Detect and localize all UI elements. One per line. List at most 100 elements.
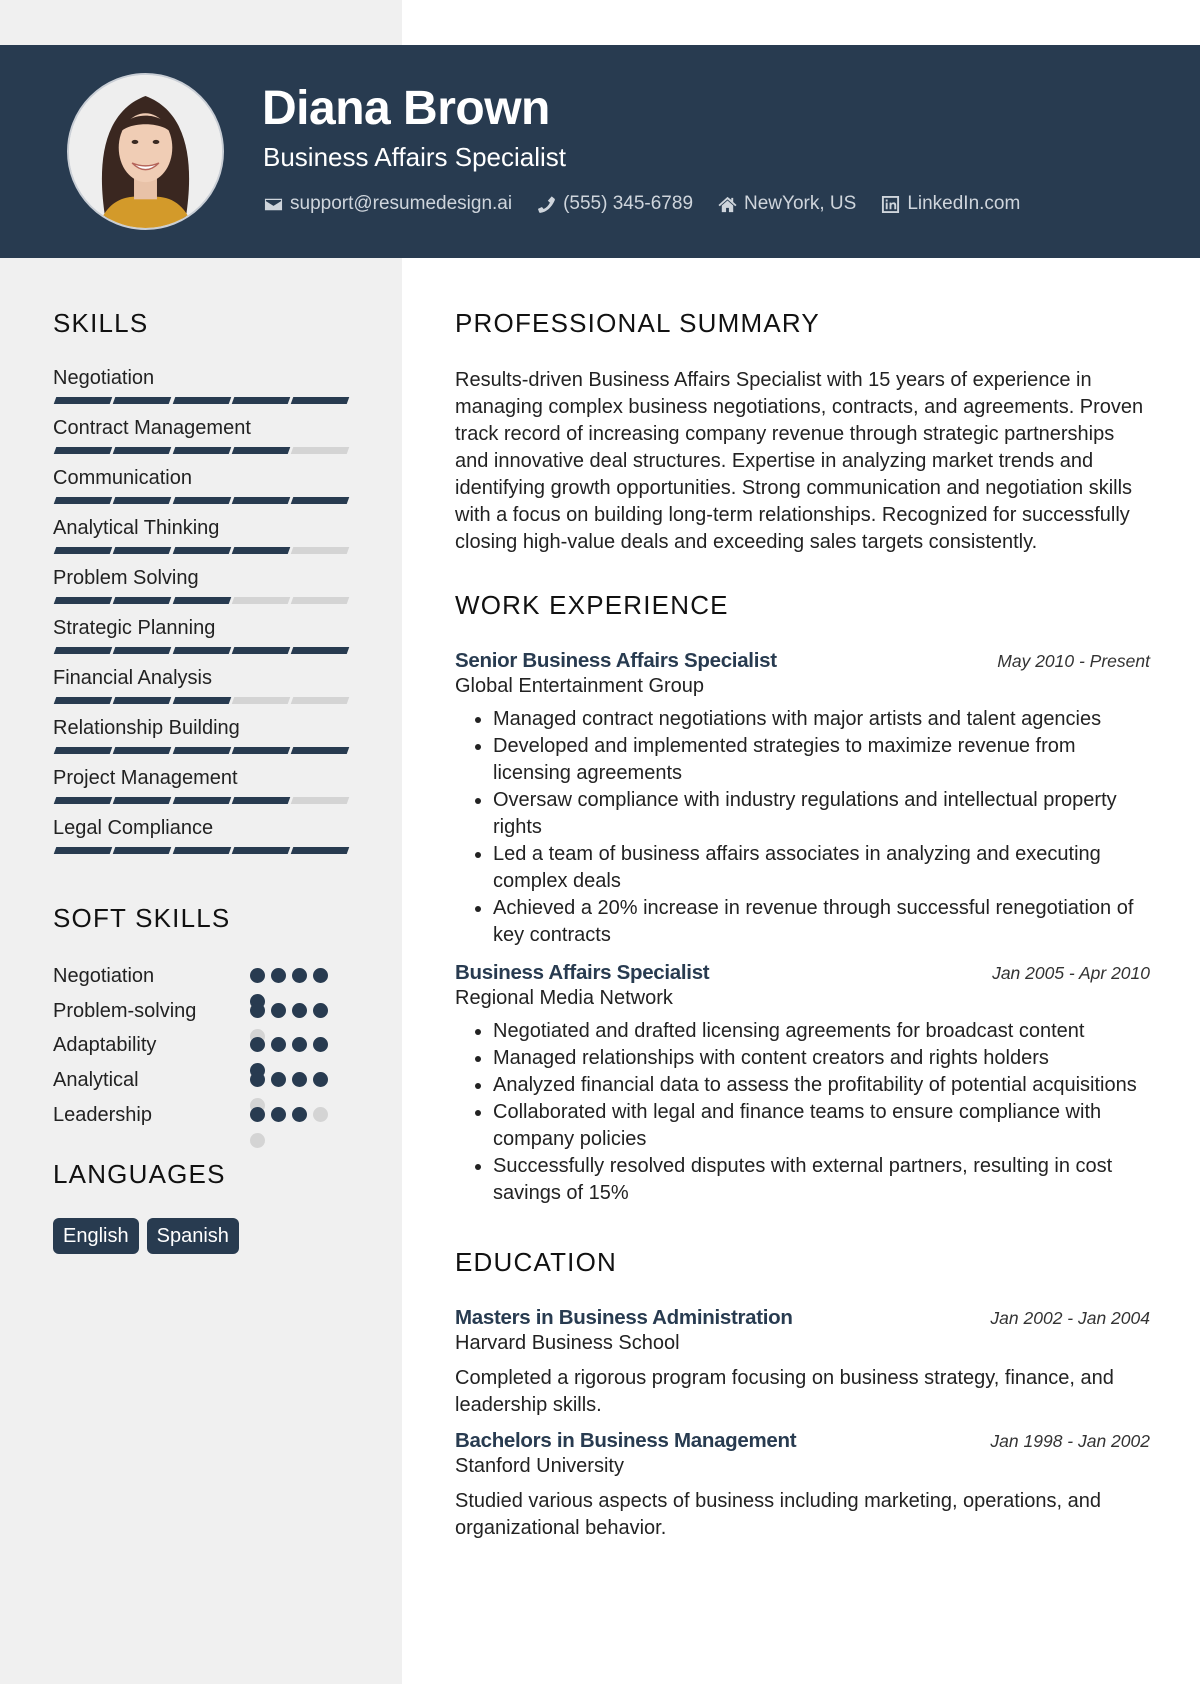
skill-label: Problem Solving [53,567,199,589]
job-bullet: Developed and implemented strategies to … [493,733,1150,787]
resume-header: Diana Brown Business Affairs Specialist … [0,45,1200,258]
skill-segment-filled [172,597,231,604]
skill-label: Legal Compliance [53,817,214,839]
skill-segment-filled [290,397,350,404]
job-bullet: Negotiated and drafted licensing agreeme… [493,1018,1150,1045]
job-bullet: Oversaw compliance with industry regulat… [493,787,1150,841]
education-header: Masters in Business Administration Jan 20… [455,1306,1150,1330]
skill-segment-empty [290,597,350,604]
rating-dot-filled [250,1106,265,1122]
skill-segment-filled [113,747,172,754]
skill-segment-filled [172,547,231,554]
job-bullet: Achieved a 20% increase in revenue throu… [493,895,1150,949]
skill-item: Problem Solving [53,567,373,617]
education-description: Completed a rigorous program focusing on… [455,1367,1114,1416]
skill-segment-empty [290,447,350,454]
skill-segment-filled [172,447,231,454]
rating-dot-filled [271,1072,286,1088]
soft-skill-label: Analytical [53,1069,139,1092]
contact-linkedin[interactable]: LinkedIn.com [880,193,1020,215]
skill-level-bar [53,447,373,454]
job-header: Senior Business Affairs Specialist May 20… [455,649,1150,673]
soft-skill-item: Leadership [53,1103,373,1148]
job-company: Regional Media Network [455,987,673,1009]
skill-segment-filled [172,747,231,754]
language-badge: English [53,1218,139,1255]
soft-skill-rating [248,964,358,1009]
education-description: Studied various aspects of business incl… [455,1490,1101,1539]
skill-segment-filled [53,797,113,804]
soft-skill-label: Negotiation [53,965,155,987]
rating-dot-filled [313,968,328,983]
skill-segment-filled [231,847,291,854]
skill-segment-filled [53,547,113,554]
profile-photo [67,73,224,230]
skill-segment-filled [231,647,291,654]
skill-label: Communication [53,467,192,489]
skill-segment-empty [290,697,350,704]
job-bullets: Managed contract negotiations with major… [455,706,1150,949]
skill-segment-filled [231,397,291,404]
skill-item: Legal Compliance [53,817,373,867]
education-degree: Masters in Business Administration [455,1306,793,1329]
job-bullets: Negotiated and drafted licensing agreeme… [455,1018,1150,1207]
skill-item: Negotiation [53,367,373,417]
soft-skill-item: Analytical [53,1068,373,1114]
skill-item: Contract Management [53,417,373,467]
education-entry: Masters in Business Administration Jan 20… [455,1306,1150,1419]
soft-skills-list: Negotiation Problem-solving Adaptability An… [53,964,373,1148]
phone-icon [536,194,556,214]
rating-dot-filled [271,1037,286,1053]
education-entry: Bachelors in Business Management Jan 1998… [455,1429,1150,1542]
job-role: Senior Business Affairs Specialist [455,649,777,672]
soft-skill-rating [248,1033,358,1079]
education-school: Harvard Business School [455,1332,680,1354]
skill-segment-filled [172,847,231,854]
skill-level-bar [53,697,373,704]
education-heading: EDUCATION [455,1247,617,1277]
contact-email[interactable]: support@resumedesign.ai [263,193,512,215]
soft-skill-rating [248,1103,358,1148]
job-entry: Senior Business Affairs Specialist May 20… [455,649,1150,949]
skill-level-bar [53,547,373,554]
soft-skill-item: Negotiation [53,964,373,1009]
skill-level-bar [53,597,373,604]
skill-label: Negotiation [53,367,155,389]
candidate-name: Diana Brown [262,82,550,135]
language-badge: Spanish [146,1218,239,1255]
rating-dot-filled [250,968,265,983]
job-bullet: Managed contract negotiations with major… [493,706,1150,733]
skill-segment-filled [290,497,350,504]
rating-dot-filled [250,1072,265,1088]
skill-label: Relationship Building [53,717,240,739]
skill-segment-filled [113,597,172,604]
rating-dot-filled [271,1106,286,1122]
skill-item: Project Management [53,767,373,817]
skill-segment-filled [113,447,172,454]
rating-dot-filled [250,1002,265,1018]
skill-segment-filled [53,747,113,754]
skill-segment-filled [172,647,231,654]
contact-phone-text: (555) 345-6789 [563,193,694,214]
summary-heading: PROFESSIONAL SUMMARY [455,308,820,338]
education-dates: Jan 1998 - Jan 2002 [990,1431,1150,1451]
skill-segment-filled [53,597,113,604]
rating-dot-filled [271,1002,286,1018]
skill-segment-filled [231,747,291,754]
education-dates: Jan 2002 - Jan 2004 [990,1308,1150,1328]
sidebar: SKILLS Negotiation Contract Management Com… [53,308,373,1255]
skill-segment-filled [172,797,231,804]
job-bullet: Analyzed financial data to assess the pr… [493,1072,1150,1099]
skill-segment-filled [53,497,113,504]
skills-list: Negotiation Contract Management Communicat… [53,367,373,867]
skill-label: Strategic Planning [53,617,216,639]
skill-segment-filled [290,747,350,754]
languages-list: English Spanish [53,1218,373,1255]
skill-item: Financial Analysis [53,667,373,717]
rating-dot-filled [292,968,307,983]
job-company: Global Entertainment Group [455,675,705,697]
skill-level-bar [53,397,373,404]
contact-phone[interactable]: (555) 345-6789 [536,193,693,215]
linkedin-icon [880,194,900,214]
soft-skill-label: Adaptability [53,1034,157,1057]
